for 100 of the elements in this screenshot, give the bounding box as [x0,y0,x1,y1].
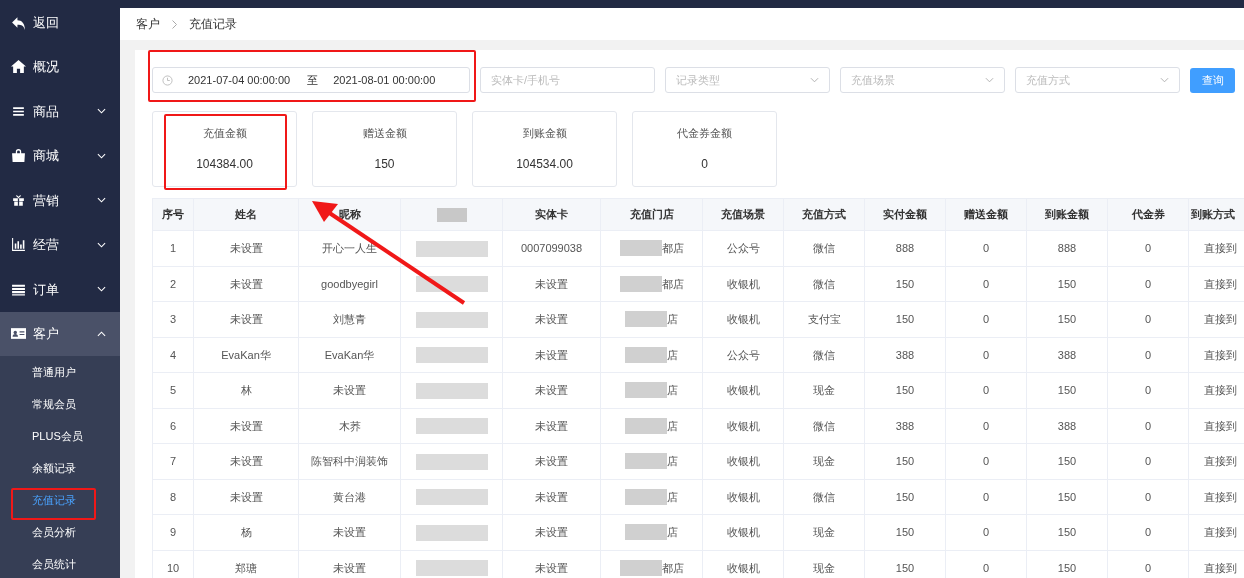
column-header[interactable]: 代金券 [1131,208,1165,221]
submenu-item[interactable]: 常规会员 [0,388,120,420]
table-cell-text: 店 [667,312,678,327]
table-cell: goodbyegirl [321,277,378,290]
table-cell: 微信 [813,348,835,361]
table-cell: 未设置 [535,561,568,574]
table-cell: 现金 [813,384,835,396]
id-card-icon [11,326,26,342]
table-cell: 收银机 [726,526,760,538]
sidebar-item[interactable]: 订单 [0,267,120,312]
sidebar-item[interactable]: 返回 [0,0,120,45]
blurred-text [619,559,662,576]
submenu-item[interactable]: 普通用户 [0,356,120,388]
table-cell: 微信 [813,419,835,432]
table-cell: 微信 [813,242,835,254]
chevron-down-icon [97,197,106,204]
table-cell: 3 [169,313,177,325]
sidebar-item[interactable]: 商品 [0,89,120,134]
table-cell: 0 [1144,455,1152,467]
table-cell: 直接到 [1204,242,1237,254]
blurred-text [619,240,662,257]
table-cell-text: 店 [667,347,678,363]
sidebar-item[interactable]: 客户 [0,311,120,356]
table-cell: 未设置 [535,419,568,432]
clock-icon [162,74,173,86]
table-cell: 0 [982,526,990,538]
table-cell: 0 [982,277,990,290]
table-cell: 未设置 [229,455,263,467]
submenu-item[interactable]: PLUS会员 [0,420,120,452]
sidebar-item[interactable]: 经营 [0,222,120,267]
table-cell: 直接到 [1204,384,1237,396]
table-cell: 未设置 [535,384,568,396]
submenu-item[interactable]: 充值记录 [0,484,120,516]
submenu-item[interactable]: 会员分析 [0,516,120,548]
chevron-right-icon [172,19,177,29]
table-cell: 0 [1144,242,1152,254]
table-cell: 直接到 [1204,455,1237,467]
blurred-text [625,453,667,470]
sidebar-item[interactable]: 概况 [0,44,120,89]
table-cell: 直接到 [1204,313,1237,325]
table-cell: 0 [1144,384,1152,396]
stat-value: 0 [701,156,708,173]
column-header[interactable]: 充值门店 [629,208,674,221]
table-cell: 现金 [813,526,835,538]
table-cell: 直接到 [1204,277,1237,290]
table-cell: 现金 [813,561,835,574]
table-cell: 未设置 [333,526,366,538]
table-cell: 388 [1057,419,1077,432]
sidebar-item[interactable]: 商城 [0,133,120,178]
table-cell: 直接到 [1204,490,1237,503]
chevron-down-icon [1160,77,1169,83]
table-cell: 5 [169,384,177,396]
table-cell: 0 [982,490,990,503]
table-cell: 公众号 [726,242,760,254]
table-cell: EvaKan华 [221,348,271,361]
table-cell: 0 [1144,490,1152,503]
breadcrumb-current: 充值记录 [189,16,237,33]
table-cell: 微信 [813,277,835,290]
submenu-item[interactable]: 余额记录 [0,452,120,484]
blurred-text [625,488,667,505]
table-cell: 黄台港 [333,490,366,503]
breadcrumb-link[interactable]: 客户 [136,15,160,33]
table-cell-text: 店 [667,454,678,469]
table-cell: 150 [895,277,915,290]
table-cell: 未设置 [535,313,568,325]
table-cell: 888 [895,242,915,254]
sidebar-item[interactable]: 营销 [0,178,120,223]
date-range-field[interactable]: 2021-07-04 00:00:00 至 2021-08-01 00:00:00 [152,67,470,93]
table-cell: 公众号 [726,348,760,361]
table-cell: 150 [895,384,915,396]
table-cell: 木荞 [338,419,361,432]
table-cell: 150 [1057,561,1077,574]
table-cell: 支付宝 [807,313,841,325]
chevron-down-icon [810,77,819,83]
column-header[interactable]: 姓名 [235,208,257,221]
table-cell: 未设置 [229,242,263,254]
chevron-down-icon [97,241,106,248]
table-cell: 刘慧青 [333,313,366,325]
blurred-text [625,311,667,328]
table-cell: 888 [1057,242,1077,254]
table-cell: 直接到 [1204,561,1237,574]
table-cell: 收银机 [726,277,760,290]
table-cell-text: 都店 [661,241,684,256]
table-cell: 0 [982,455,990,467]
table-cell: 150 [1057,455,1077,467]
submenu-item[interactable]: 会员统计 [0,548,120,578]
blurred-text [625,417,667,434]
column-header[interactable]: 昵称 [338,208,361,221]
column-header[interactable]: 实体卡 [535,208,568,221]
table-cell: 150 [895,526,915,538]
shopping-bag-icon [11,148,26,164]
table-cell: 150 [895,490,915,503]
blurred-text [625,524,667,541]
stat-value: 150 [374,156,395,173]
table-cell: 8 [169,490,177,503]
table-cell: 7 [169,455,177,467]
table-cell: 9 [169,526,177,538]
table-cell: 收银机 [726,419,760,432]
table-cell: 4 [169,348,177,361]
table-cell: 0 [982,313,990,325]
